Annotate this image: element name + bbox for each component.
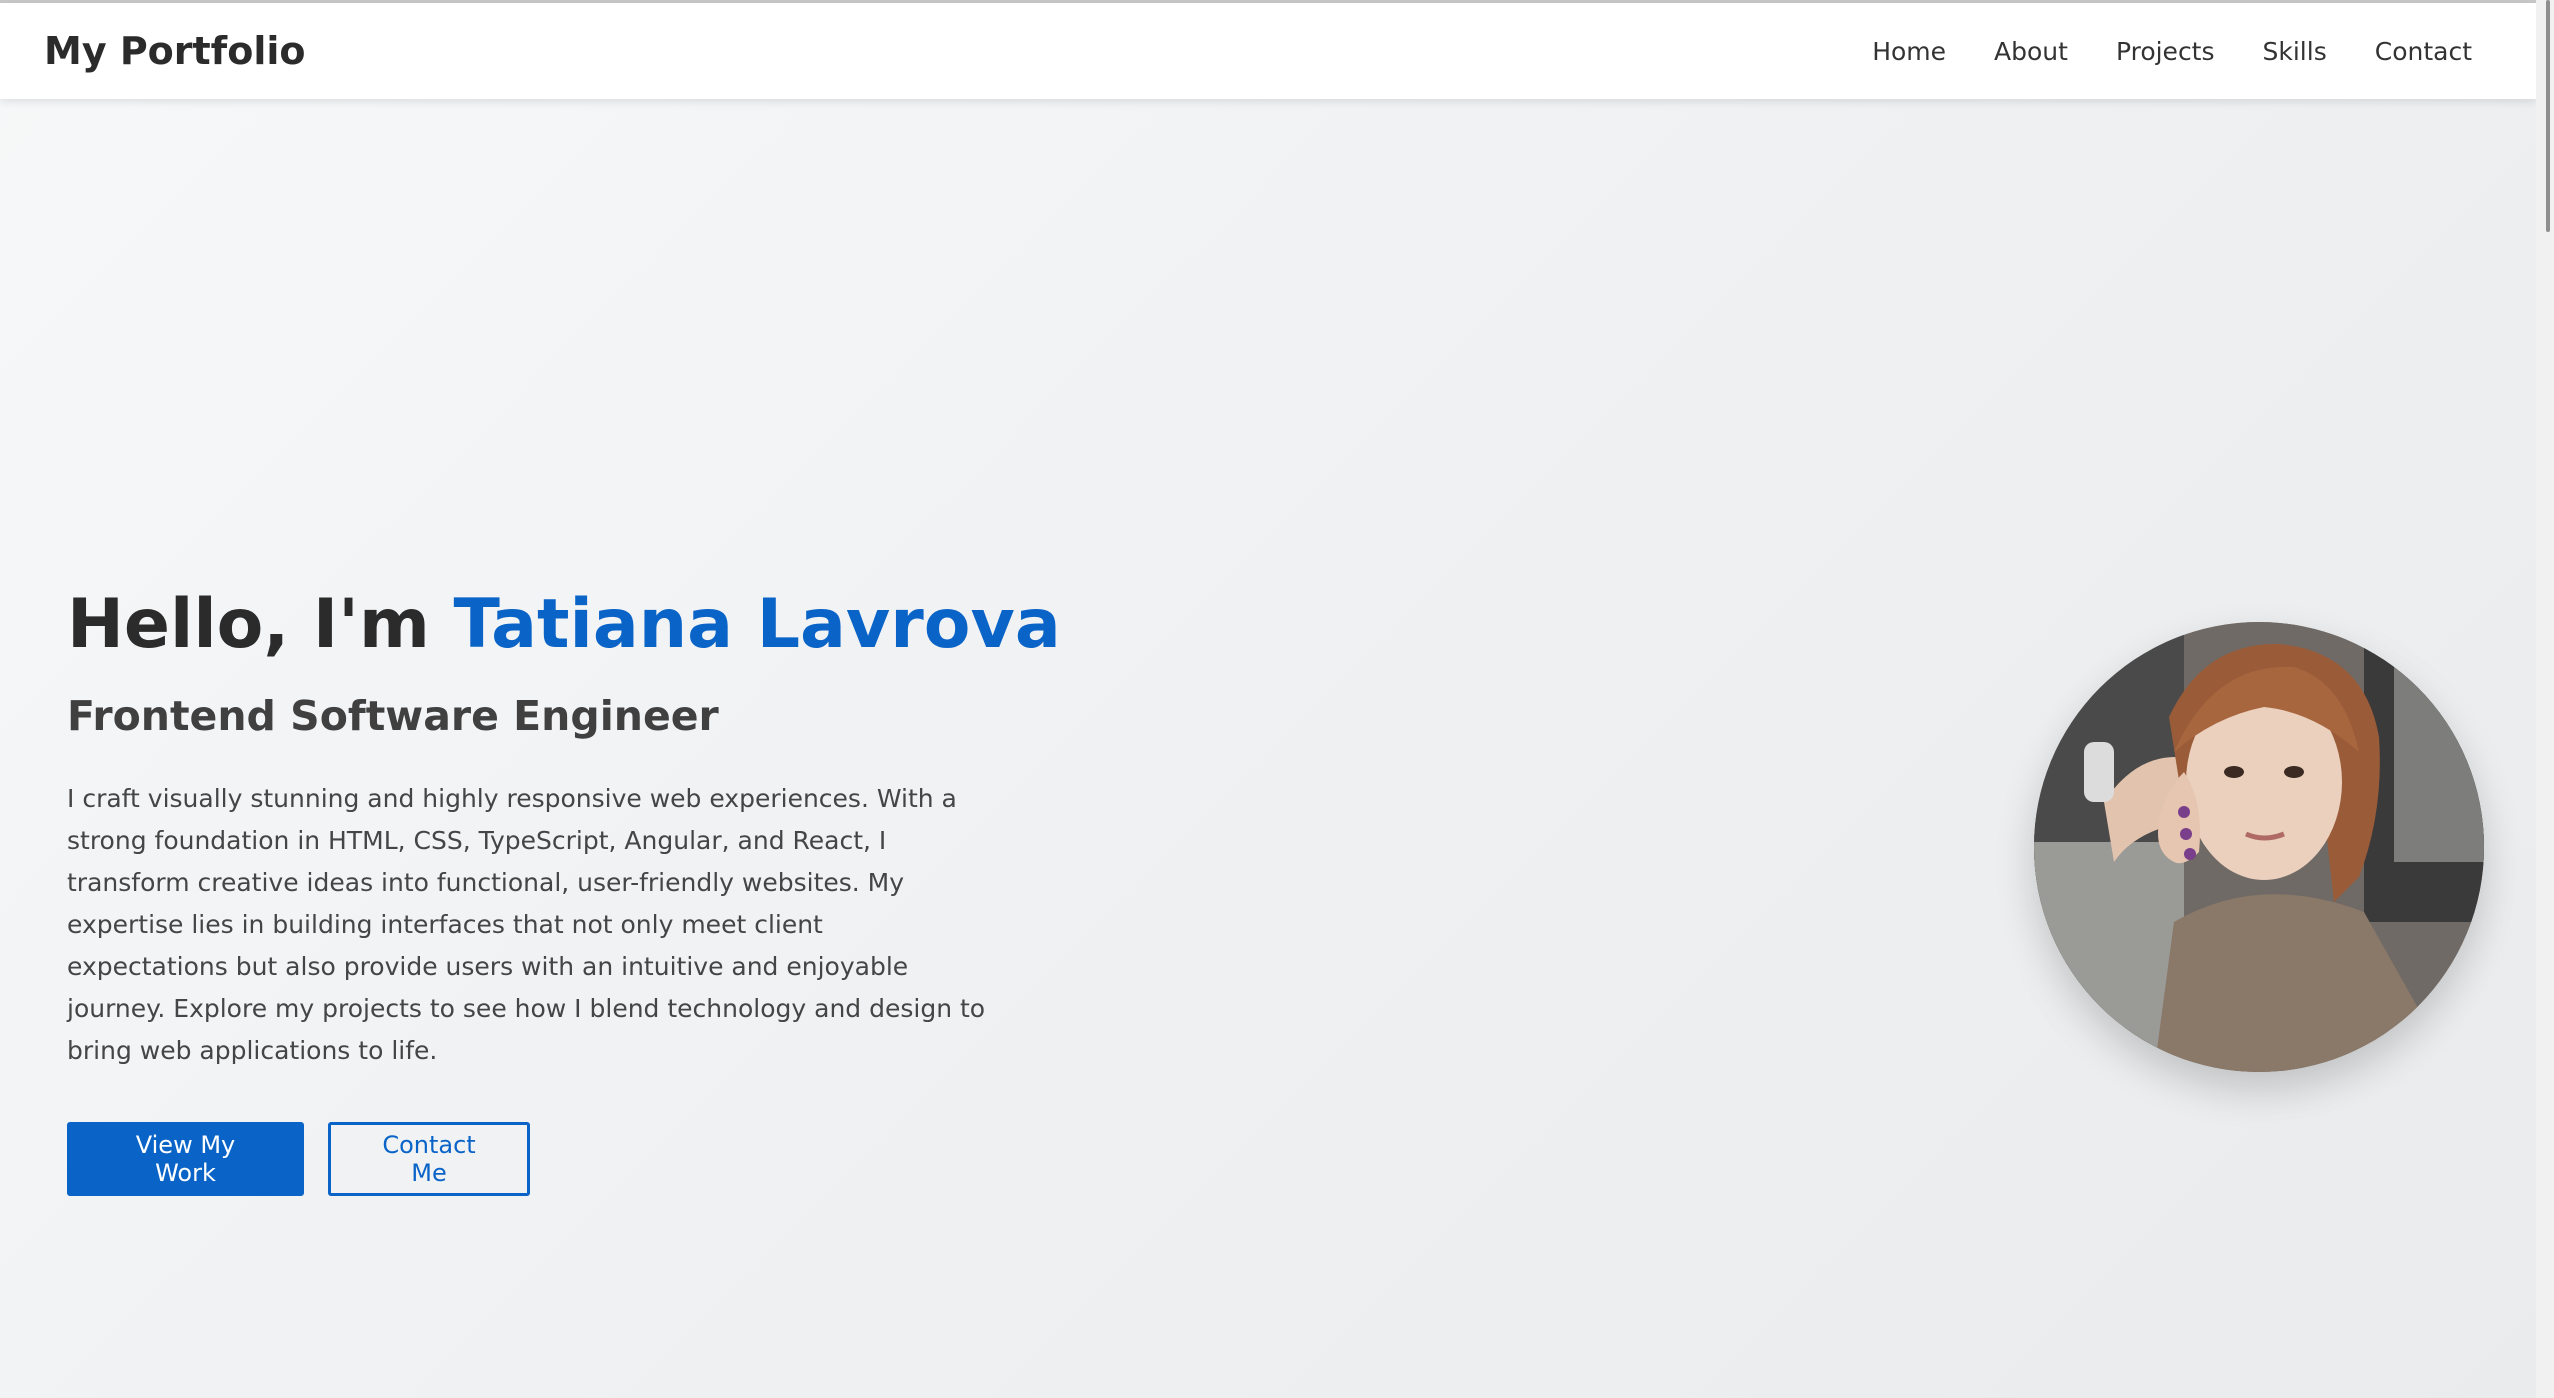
navbar: My Portfolio Home About Projects Skills … [0, 3, 2536, 99]
hero-role: Frontend Software Engineer [67, 692, 719, 740]
nav-contact-link[interactable]: Contact [2375, 37, 2472, 66]
hero-section: Hello, I'm Tatiana Lavrova Frontend Soft… [67, 580, 1067, 1196]
scrollbar-thumb[interactable] [2546, 0, 2550, 232]
profile-photo [2034, 622, 2484, 1072]
hero-headline: Hello, I'm Tatiana Lavrova [67, 580, 1067, 670]
main-nav: Home About Projects Skills Contact [1872, 37, 2472, 66]
hero-actions: View My Work Contact Me [67, 1122, 1067, 1196]
nav-projects-link[interactable]: Projects [2116, 37, 2215, 66]
hero-name: Tatiana Lavrova [453, 585, 1061, 664]
hero-bio: I craft visually stunning and highly res… [67, 784, 986, 1065]
portfolio-page: My Portfolio Home About Projects Skills … [0, 0, 2554, 1398]
page-scrollbar[interactable] [2536, 0, 2554, 1398]
view-my-work-button[interactable]: View My Work [67, 1122, 304, 1196]
profile-photo-illustration [2034, 622, 2484, 1072]
nav-home-link[interactable]: Home [1872, 37, 1946, 66]
nav-skills-link[interactable]: Skills [2263, 37, 2327, 66]
nav-about-link[interactable]: About [1994, 37, 2068, 66]
hero-greeting: Hello, I'm [67, 585, 454, 664]
contact-me-button[interactable]: Contact Me [328, 1122, 530, 1196]
brand-logo[interactable]: My Portfolio [44, 29, 305, 73]
